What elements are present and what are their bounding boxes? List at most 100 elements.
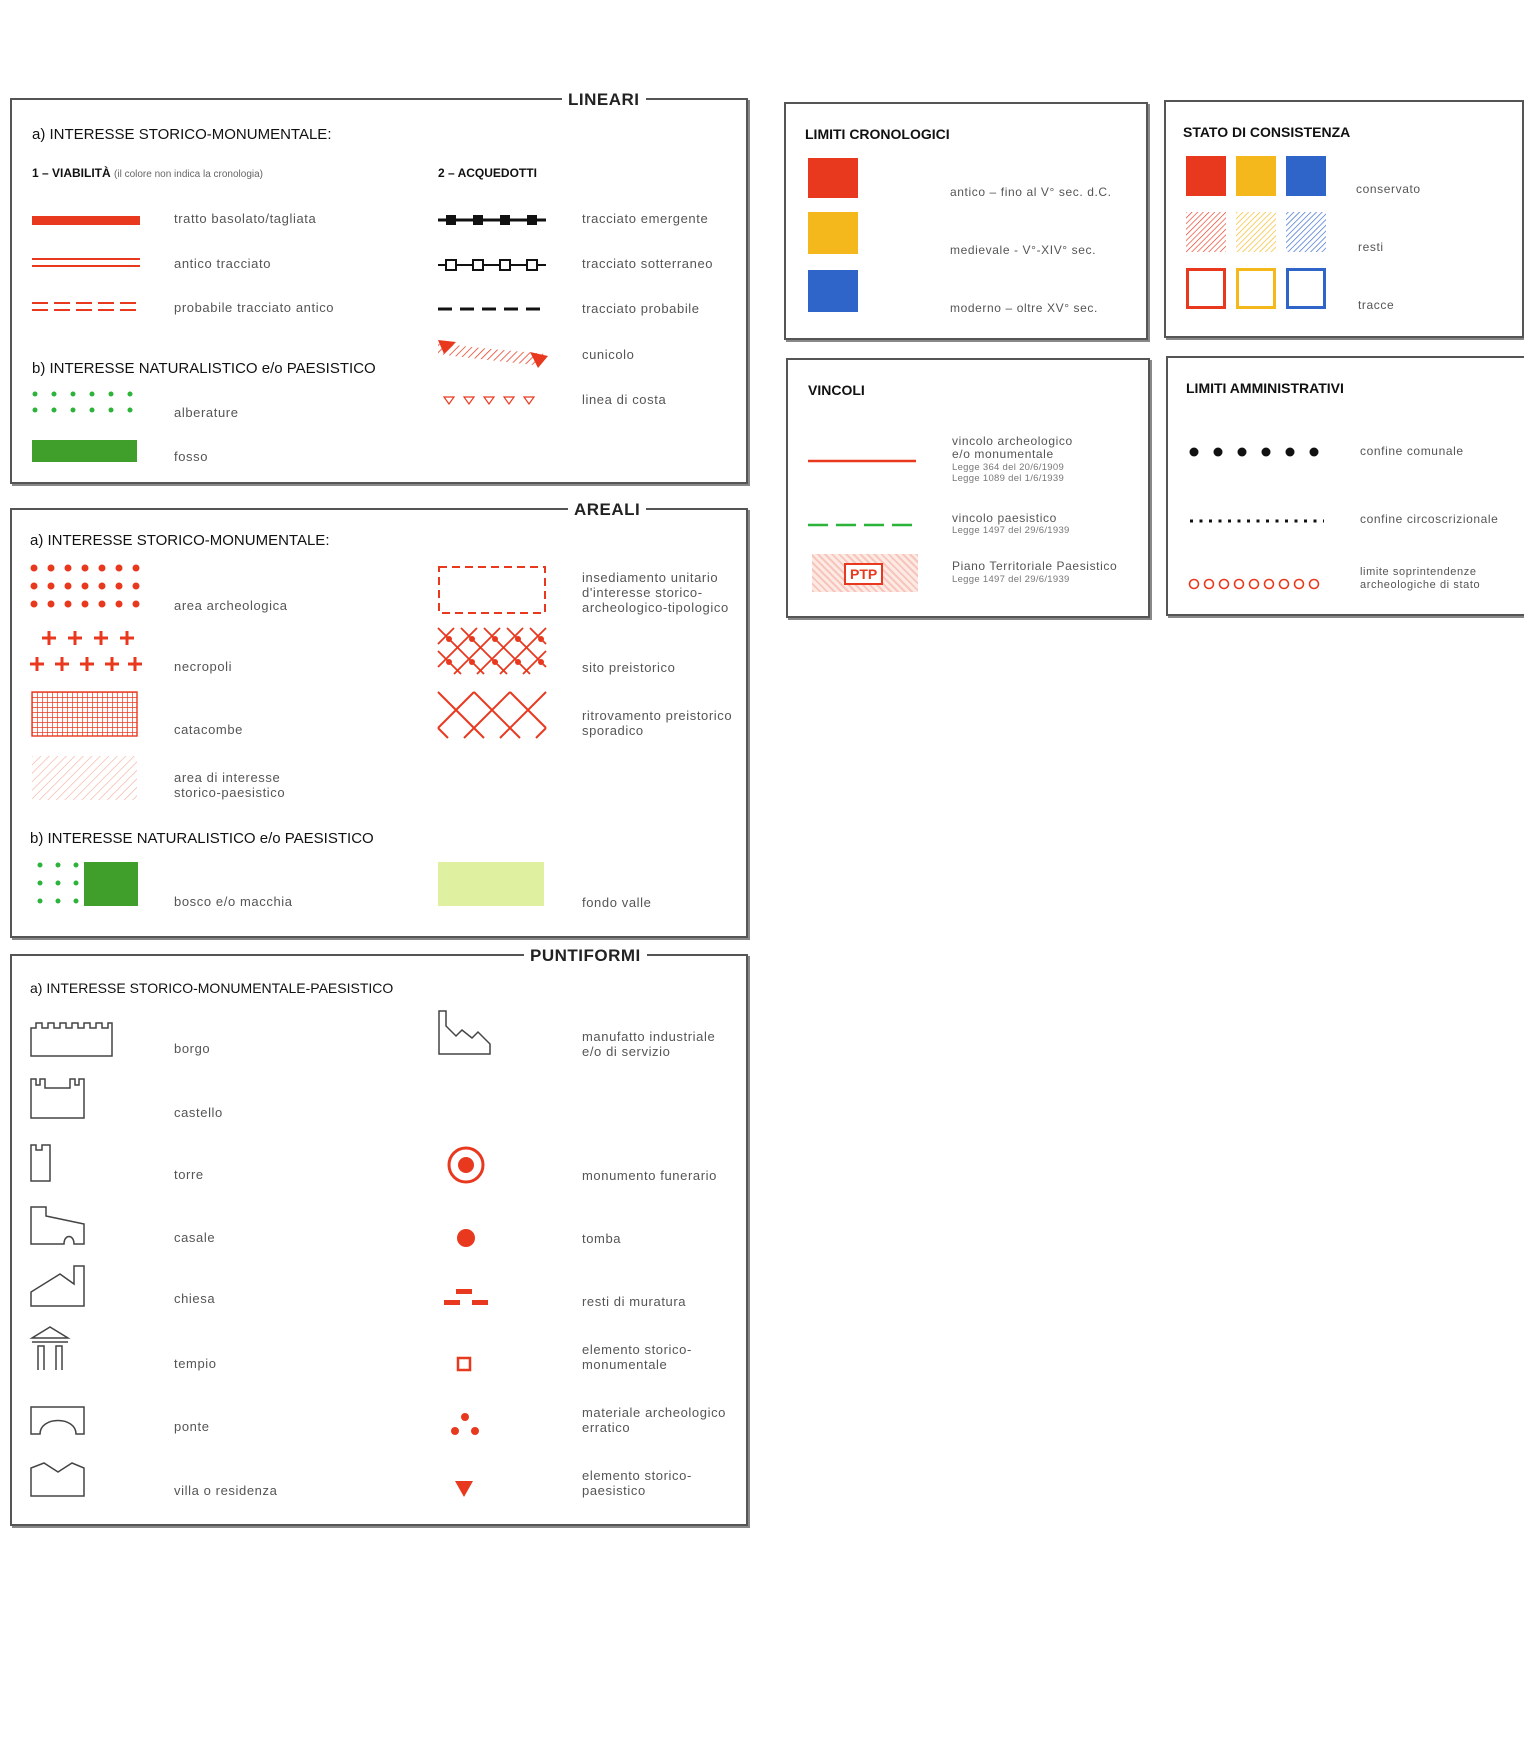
tempio-icon (29, 1326, 71, 1370)
area-archeologica-symbol (30, 564, 140, 608)
resti-muratura-icon (444, 1289, 488, 1305)
vincolo-archeologico-symbol (808, 459, 916, 463)
tracciato-emergente-symbol (438, 215, 546, 225)
puntiformi-left-label-7: ponte (174, 1419, 210, 1434)
areali-right-label-4: sito preistorico (582, 660, 676, 675)
acquedotti-label-3: tracciato probabile (582, 301, 700, 316)
acquedotti-label-1: tracciato emergente (582, 211, 709, 226)
cunicolo-symbol (438, 340, 548, 368)
areali-section-a: a) INTERESSE STORICO-MONUMENTALE: (30, 532, 330, 549)
consistenza-title: STATO DI CONSISTENZA (1183, 124, 1351, 140)
puntiformi-right-label-7: monumentale (582, 1357, 668, 1372)
viabilita-title: 1 – VIABILITÀ (32, 166, 111, 180)
limite-soprintendenze-symbol (1188, 578, 1320, 590)
medievale-swatch (808, 212, 858, 254)
probabile-tracciato-symbol (32, 302, 140, 311)
puntiformi-left-label-3: torre (174, 1167, 204, 1182)
puntiformi-right-label-6: elemento storico- (582, 1342, 692, 1357)
resti-swatches (1186, 212, 1326, 252)
amministrativi-label-4: archeologiche di stato (1360, 579, 1481, 591)
amministrativi-label-3: limite soprintendenze (1360, 566, 1477, 578)
tracciato-sotterraneo-symbol (438, 259, 546, 271)
confine-circoscrizionale-symbol (1190, 519, 1324, 523)
lineari-panel (10, 98, 748, 484)
puntiformi-left-label-6: tempio (174, 1356, 217, 1371)
area-interesse-paesistico-symbol (32, 756, 137, 800)
areali-left-label-3: catacombe (174, 722, 243, 737)
consistenza-label-1: conservato (1356, 182, 1421, 196)
lineari-section-a: a) INTERESSE STORICO-MONUMENTALE: (32, 126, 332, 143)
lineari-section-b: b) INTERESSE NATURALISTICO e/o PAESISTIC… (32, 360, 376, 377)
linea-di-costa-symbol (442, 396, 536, 406)
castello-icon (30, 1078, 85, 1119)
conservato-swatches (1186, 156, 1326, 196)
puntiformi-right-label-11: paesistico (582, 1483, 646, 1498)
monumento-funerario-icon (447, 1146, 485, 1184)
sito-preistorico-symbol (437, 627, 547, 675)
cronologici-label-1: antico – fino al V° sec. d.C. (950, 185, 1112, 199)
amministrativi-label-1: confine comunale (1360, 444, 1464, 458)
confine-comunale-symbol (1189, 447, 1319, 457)
consistenza-label-3: tracce (1358, 298, 1395, 312)
ptp-symbol: PTP (812, 554, 918, 592)
puntiformi-right-label-5: resti di muratura (582, 1294, 687, 1309)
areali-left-label-1: area archeologica (174, 598, 288, 613)
ptp-badge: PTP (844, 563, 884, 585)
vincoli-title: VINCOLI (808, 382, 865, 398)
areali-nat-label-1: bosco e/o macchia (174, 894, 293, 909)
acquedotti-label-4: cunicolo (582, 347, 635, 362)
puntiformi-right-label-10: elemento storico- (582, 1468, 692, 1483)
areali-section-b: b) INTERESSE NATURALISTICO e/o PAESISTIC… (30, 830, 374, 847)
areali-right-label-3: archeologico-tipologico (582, 600, 729, 615)
vincoli-paes-label: vincolo paesistico (952, 511, 1057, 525)
areali-right-label-5: ritrovamento preistorico (582, 708, 733, 723)
areali-right-label-6: sporadico (582, 723, 644, 738)
puntiformi-left-label-4: casale (174, 1230, 216, 1245)
insediamento-unitario-symbol (438, 566, 546, 614)
acquedotti-label-2: tracciato sotterraneo (582, 256, 714, 271)
necropoli-symbol (30, 631, 142, 671)
amministrativi-title: LIMITI AMMINISTRATIVI (1186, 380, 1344, 396)
moderno-swatch (808, 270, 858, 312)
puntiformi-section-a: a) INTERESSE STORICO-MONUMENTALE-PAESIST… (30, 980, 394, 996)
villa-residenza-icon (30, 1462, 85, 1497)
viabilita-label-3: probabile tracciato antico (174, 300, 335, 315)
ritrovamento-preistorico-symbol (437, 691, 547, 739)
puntiformi-left-label-1: borgo (174, 1041, 211, 1056)
viabilita-label-2: antico tracciato (174, 256, 272, 271)
tracciato-probabile-symbol (438, 307, 546, 311)
fosso-symbol (32, 440, 137, 462)
naturalistico-label-2: fosso (174, 449, 209, 464)
puntiformi-left-label-5: chiesa (174, 1291, 216, 1306)
materiale-archeologico-icon (451, 1413, 479, 1435)
lineari-title: LINEARI (562, 90, 646, 110)
bosco-macchia-symbol (37, 862, 138, 906)
elemento-storico-monumentale-icon (456, 1356, 472, 1372)
viabilita-note: (il colore non indica la cronologia) (114, 169, 264, 180)
puntiformi-left-label-8: villa o residenza (174, 1483, 278, 1498)
areali-left-label-5: storico-paesistico (174, 785, 286, 800)
amministrativi-label-2: confine circoscrizionale (1360, 512, 1499, 526)
chiesa-icon (30, 1265, 85, 1307)
vincoli-arch-legge-2: Legge 1089 del 1/6/1939 (952, 473, 1065, 484)
viabilita-heading: 1 – VIABILITÀ (il colore non indica la c… (32, 166, 263, 180)
elemento-storico-paesistico-icon (455, 1481, 473, 1497)
antico-tracciato-symbol (32, 258, 140, 267)
consistenza-label-2: resti (1358, 240, 1384, 254)
cronologici-label-2: medievale - V°-XIV° sec. (950, 243, 1097, 257)
puntiformi-left-label-2: castello (174, 1105, 223, 1120)
puntiformi-right-label-4: tomba (582, 1231, 622, 1246)
areali-title: AREALI (568, 500, 647, 520)
naturalistico-label-1: alberature (174, 405, 239, 420)
puntiformi-right-label-2: e/o di servizio (582, 1044, 671, 1059)
casale-icon (30, 1206, 85, 1245)
fondo-valle-symbol (438, 862, 544, 906)
cronologici-label-3: moderno – oltre XV° sec. (950, 301, 1098, 315)
vincoli-arch-label-1: vincolo archeologico (952, 434, 1073, 448)
puntiformi-right-label-3: monumento funerario (582, 1168, 717, 1183)
areali-left-label-2: necropoli (174, 659, 233, 674)
areali-right-label-1: insediamento unitario (582, 570, 719, 585)
alberature-symbol (32, 391, 133, 413)
puntiformi-title: PUNTIFORMI (524, 946, 647, 966)
catacombe-symbol (31, 691, 138, 737)
